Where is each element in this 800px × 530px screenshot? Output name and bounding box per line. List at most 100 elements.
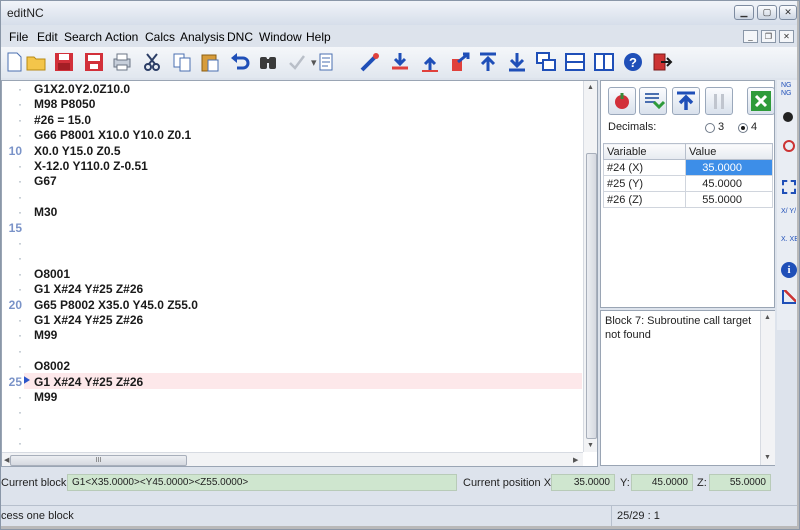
- table-row[interactable]: #25 (Y) 45.0000: [603, 175, 773, 192]
- decimals-option-4: 4: [751, 121, 758, 133]
- format-icon[interactable]: ▾: [311, 51, 333, 73]
- line-number: ·: [18, 97, 22, 112]
- horizontal-scrollbar[interactable]: ◀ III ▶: [2, 452, 583, 466]
- value-cell[interactable]: 35.0000: [685, 159, 773, 176]
- copy-icon[interactable]: [171, 51, 193, 73]
- cascade-icon[interactable]: [535, 51, 557, 73]
- code-line[interactable]: G66 P8001 X10.0 Y10.0 Z0.1: [34, 128, 191, 142]
- tool-icon[interactable]: [359, 51, 381, 73]
- scroll-up-arrow-icon[interactable]: ▲: [764, 314, 771, 321]
- mdi-restore-button[interactable]: ❐: [761, 30, 776, 43]
- menu-dnc[interactable]: DNC: [227, 30, 253, 44]
- download-icon[interactable]: [389, 51, 411, 73]
- tile-horizontal-icon[interactable]: [564, 51, 586, 73]
- code-line[interactable]: X0.0 Y15.0 Z0.5: [34, 144, 121, 158]
- upload-icon[interactable]: [419, 51, 441, 73]
- code-line[interactable]: O8002: [34, 359, 70, 373]
- code-line[interactable]: O8001: [34, 267, 70, 281]
- chart-icon[interactable]: [782, 290, 796, 304]
- decimals-radio-4[interactable]: [738, 123, 748, 133]
- menu-calcs[interactable]: Calcs: [145, 30, 175, 44]
- send-icon[interactable]: [449, 51, 471, 73]
- code-editor[interactable]: · · · · 10 · · · · 15 · · · · 20 · · · · 25 · · · · G1X2.0Y2.0Z…: [1, 80, 598, 467]
- menu-help[interactable]: Help: [306, 30, 331, 44]
- bottom-icon[interactable]: [506, 51, 528, 73]
- print-icon[interactable]: [111, 51, 133, 73]
- mdi-close-button[interactable]: ✕: [779, 30, 794, 43]
- code-line[interactable]: #26 = 15.0: [34, 113, 91, 127]
- find-icon[interactable]: [257, 51, 279, 73]
- grid-icon[interactable]: [782, 180, 796, 194]
- tile-vertical-icon[interactable]: [593, 51, 615, 73]
- code-line[interactable]: G1 X#24 Y#25 Z#26: [34, 313, 143, 327]
- horizontal-scroll-thumb[interactable]: III: [10, 455, 187, 466]
- code-line[interactable]: G1 X#24 Y#25 Z#26: [34, 375, 143, 389]
- undo-icon[interactable]: [229, 51, 251, 73]
- decimals-radio-3[interactable]: [705, 123, 715, 133]
- line-number: ·: [18, 420, 22, 435]
- column-header-value[interactable]: Value: [685, 143, 773, 160]
- value-cell[interactable]: 55.0000: [685, 191, 773, 208]
- title-bar: editNC ▁ ▢ ✕: [1, 1, 799, 25]
- position-z-field: 55.0000: [709, 474, 771, 491]
- close-button[interactable]: ✕: [779, 5, 797, 20]
- current-block-bar: Current block: G1<X35.0000><Y45.0000><Z5…: [1, 471, 799, 495]
- maximize-button[interactable]: ▢: [757, 5, 777, 20]
- code-line[interactable]: M98 P8050: [34, 97, 95, 111]
- scroll-right-arrow-icon[interactable]: ▶: [573, 456, 578, 464]
- info-icon[interactable]: i: [781, 262, 797, 278]
- pause-button[interactable]: [705, 87, 733, 115]
- message-box: Block 7: Subroutine call target not foun…: [600, 310, 775, 466]
- exit-icon[interactable]: [651, 51, 673, 73]
- code-line[interactable]: M30: [34, 205, 57, 219]
- table-row[interactable]: #26 (Z) 55.0000: [603, 191, 773, 208]
- save-as-icon[interactable]: [83, 51, 105, 73]
- line-number: 15: [8, 220, 22, 235]
- table-row[interactable]: #24 (X) 35.0000: [603, 159, 773, 176]
- scroll-up-arrow-icon[interactable]: ▲: [587, 84, 594, 91]
- step-button[interactable]: [639, 87, 667, 115]
- scroll-left-arrow-icon[interactable]: ◀: [4, 456, 9, 464]
- cut-icon[interactable]: [141, 51, 163, 73]
- line-number: ·: [18, 112, 22, 127]
- position-y-label: Y:: [620, 477, 630, 489]
- status-bar: cess one block 25/29 : 1: [1, 505, 799, 526]
- menu-window[interactable]: Window: [259, 30, 302, 44]
- new-file-icon[interactable]: [3, 51, 25, 73]
- vertical-scrollbar[interactable]: ▲ ▼: [583, 81, 597, 452]
- paste-icon[interactable]: [199, 51, 221, 73]
- scroll-down-arrow-icon[interactable]: ▼: [764, 454, 771, 461]
- open-folder-icon[interactable]: [25, 51, 47, 73]
- code-line[interactable]: G1 X#24 Y#25 Z#26: [34, 282, 143, 296]
- variables-pane: Decimals: 3 4 Variable Value #24 (X) 35.…: [600, 80, 775, 308]
- mdi-minimize-button[interactable]: _: [743, 30, 758, 43]
- menu-analysis[interactable]: Analysis: [180, 30, 225, 44]
- line-number: ·: [18, 313, 22, 327]
- column-header-variable[interactable]: Variable: [603, 143, 686, 160]
- code-line[interactable]: M99: [34, 390, 57, 404]
- minimize-button[interactable]: ▁: [734, 5, 754, 20]
- check-icon[interactable]: [286, 51, 308, 73]
- scroll-down-arrow-icon[interactable]: ▼: [587, 442, 594, 449]
- vertical-scroll-thumb[interactable]: [586, 153, 597, 439]
- save-icon[interactable]: [53, 51, 75, 73]
- value-cell[interactable]: 45.0000: [685, 175, 773, 192]
- menu-search[interactable]: Search: [64, 30, 102, 44]
- message-scrollbar[interactable]: ▲ ▼: [760, 311, 775, 465]
- current-block-label: Current block:: [1, 477, 70, 489]
- menu-file[interactable]: File: [9, 30, 28, 44]
- stop-button[interactable]: [608, 87, 636, 115]
- code-line[interactable]: G65 P8002 X35.0 Y45.0 Z55.0: [34, 298, 198, 312]
- close-panel-button[interactable]: [747, 87, 775, 115]
- code-line[interactable]: G67: [34, 174, 57, 188]
- code-line[interactable]: X-12.0 Y110.0 Z-0.51: [34, 159, 148, 173]
- code-line[interactable]: G1X2.0Y2.0Z10.0: [34, 82, 130, 96]
- circle-icon[interactable]: [783, 112, 793, 122]
- menu-edit[interactable]: Edit: [37, 30, 58, 44]
- arc-icon[interactable]: [783, 140, 795, 152]
- run-top-button[interactable]: [672, 87, 700, 115]
- menu-action[interactable]: Action: [105, 30, 138, 44]
- code-line[interactable]: M99: [34, 328, 57, 342]
- help-icon[interactable]: ?: [622, 51, 644, 73]
- top-icon[interactable]: [477, 51, 499, 73]
